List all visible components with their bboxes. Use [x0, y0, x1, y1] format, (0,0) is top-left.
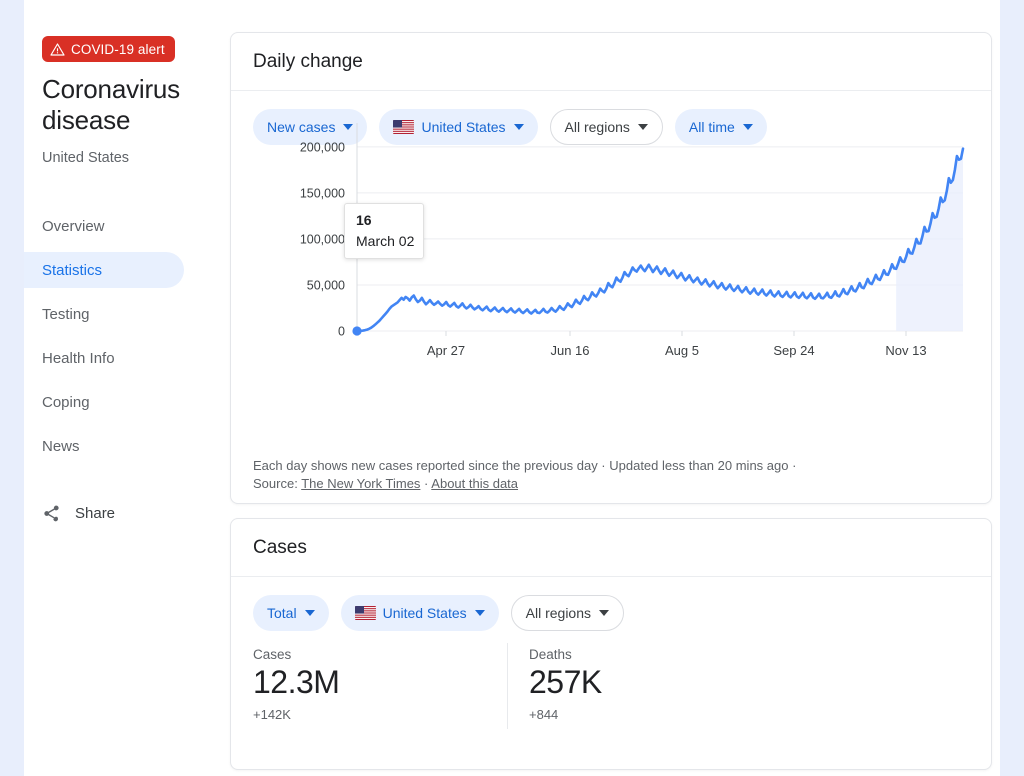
- footnote-separator: ·: [424, 476, 429, 491]
- footnote-text: Each day shows new cases reported since …: [253, 458, 797, 473]
- svg-text:Nov 13: Nov 13: [885, 343, 926, 358]
- sidebar-nav: Overview Statistics Testing Health Info …: [24, 208, 230, 472]
- svg-text:Jun 16: Jun 16: [550, 343, 589, 358]
- chart-footnote: Each day shows new cases reported since …: [253, 457, 953, 493]
- sidebar-item-label: Statistics: [42, 261, 103, 279]
- daily-change-chart[interactable]: 0 50,000 100,000 150,000 200,000 Apr 27 Jun 16…: [231, 115, 993, 385]
- tooltip-date: March 02: [356, 233, 415, 249]
- sidebar-item-testing[interactable]: Testing: [24, 296, 184, 332]
- stat-label: Deaths: [529, 647, 572, 662]
- svg-text:50,000: 50,000: [307, 278, 345, 292]
- chip-total[interactable]: Total: [253, 595, 329, 631]
- stat-delta: +844: [529, 707, 559, 722]
- svg-text:Sep 24: Sep 24: [773, 343, 814, 358]
- sidebar-item-label: Overview: [42, 217, 105, 235]
- page-title: Coronavirus disease: [42, 74, 180, 135]
- covid-alert-badge[interactable]: COVID-19 alert: [42, 36, 175, 62]
- svg-text:100,000: 100,000: [300, 232, 345, 246]
- chevron-down-icon: [599, 610, 610, 616]
- chip-label: Total: [267, 605, 297, 621]
- sidebar-item-coping[interactable]: Coping: [24, 384, 184, 420]
- share-button[interactable]: Share: [42, 504, 115, 523]
- us-flag-icon: [354, 606, 376, 620]
- sidebar-item-overview[interactable]: Overview: [24, 208, 184, 244]
- sidebar-item-label: News: [42, 437, 80, 455]
- sidebar-item-label: Coping: [42, 393, 90, 411]
- share-label: Share: [75, 505, 116, 522]
- stat-value: 257K: [529, 664, 602, 700]
- svg-text:Aug 5: Aug 5: [665, 343, 699, 358]
- covid-alert-label: COVID-19 alert: [71, 41, 165, 57]
- stat-label: Cases: [253, 647, 292, 662]
- chevron-down-icon: [474, 610, 485, 616]
- footnote-source-prefix: Source:: [253, 476, 298, 491]
- tooltip-value: 16: [356, 212, 372, 228]
- svg-text:200,000: 200,000: [300, 140, 345, 154]
- chip-country[interactable]: United States: [340, 595, 499, 631]
- chip-all-regions[interactable]: All regions: [510, 595, 625, 631]
- stat-value: 12.3M: [253, 664, 340, 700]
- chip-label: All regions: [525, 605, 592, 621]
- share-icon: [42, 504, 61, 523]
- source-link[interactable]: The New York Times: [301, 476, 420, 491]
- page-subtitle: United States: [42, 150, 130, 166]
- sidebar-item-label: Health Info: [42, 349, 115, 367]
- sidebar: COVID-19 alert Coronavirus disease Unite…: [24, 0, 230, 776]
- svg-text:Apr 27: Apr 27: [427, 343, 465, 358]
- daily-change-title: Daily change: [231, 33, 991, 91]
- warning-triangle-icon: [50, 42, 65, 57]
- stat-deaths: Deaths 257K +844: [507, 643, 783, 729]
- page-root: COVID-19 alert Coronavirus disease Unite…: [24, 0, 1000, 776]
- sidebar-item-news[interactable]: News: [24, 428, 184, 464]
- sidebar-item-health-info[interactable]: Health Info: [24, 340, 184, 376]
- about-this-data-link[interactable]: About this data: [431, 476, 518, 491]
- cases-filters: Total United States All regions: [231, 577, 991, 631]
- cases-stats: Cases 12.3M +142K Deaths 257K +844: [231, 643, 993, 729]
- chevron-down-icon: [304, 610, 315, 616]
- chip-label: United States: [382, 605, 467, 621]
- daily-change-card: Daily change New cases United States All…: [230, 32, 992, 504]
- cases-title: Cases: [231, 519, 991, 577]
- sidebar-item-label: Testing: [42, 305, 90, 323]
- svg-text:0: 0: [338, 325, 345, 339]
- svg-text:150,000: 150,000: [300, 186, 345, 200]
- stat-cases: Cases 12.3M +142K: [231, 647, 507, 722]
- stat-delta: +142K: [253, 707, 291, 722]
- sidebar-item-statistics[interactable]: Statistics: [24, 252, 184, 288]
- chart-tooltip: 16 March 02: [344, 203, 424, 259]
- cases-card: Cases Total United States All regions Ca…: [230, 518, 992, 770]
